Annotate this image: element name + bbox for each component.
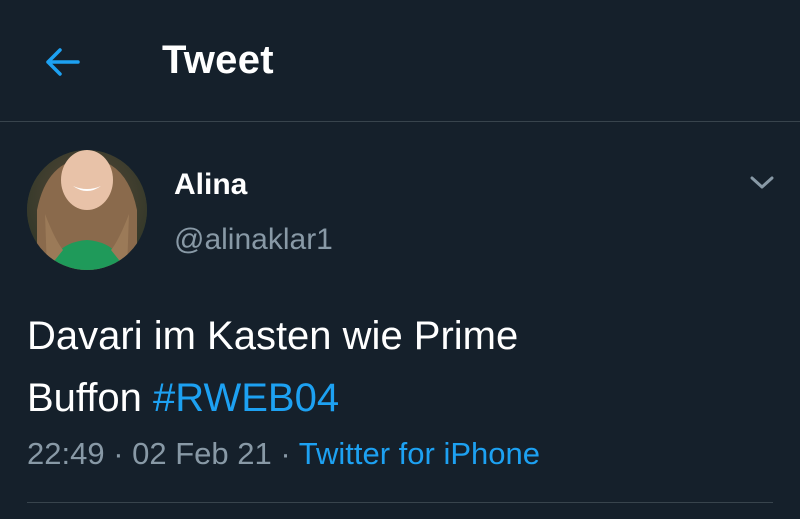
tweet-date: 02 Feb 21 <box>132 436 272 471</box>
author-handle[interactable]: @alinaklar1 <box>174 223 333 257</box>
more-options-button[interactable] <box>744 168 780 198</box>
tweet-time: 22:49 <box>27 436 105 471</box>
tweet-metadata: 22:49 · 02 Feb 21 · Twitter for iPhone <box>27 436 540 472</box>
avatar[interactable] <box>27 150 147 270</box>
tweet-source-link[interactable]: Twitter for iPhone <box>299 436 540 471</box>
divider <box>27 502 773 503</box>
chevron-down-icon <box>750 176 774 189</box>
author-name[interactable]: Alina <box>174 168 247 202</box>
tweet-detail-screen: Tweet Alina @alinaklar1 Davari im Kasten <box>0 0 800 519</box>
tweet-text-line-1: Davari im Kasten wie Prime <box>27 314 519 358</box>
top-app-bar: Tweet <box>0 0 800 122</box>
page-title: Tweet <box>162 38 274 82</box>
meta-separator: · <box>104 436 133 471</box>
user-avatar-image <box>27 150 147 270</box>
hashtag-link[interactable]: #RWEB04 <box>153 376 339 420</box>
tweet-text-line-2-start: Buffon <box>27 376 154 420</box>
meta-separator: · <box>271 436 299 471</box>
arrow-left-icon <box>46 48 80 76</box>
back-button[interactable] <box>38 40 86 84</box>
tweet-text-line-2: Buffon #RWEB04 <box>27 367 767 429</box>
tweet-text: Davari im Kasten wie Prime Buffon #RWEB0… <box>27 305 767 429</box>
